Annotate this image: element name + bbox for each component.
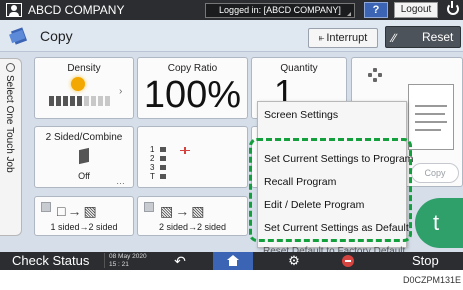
staple-icon [180, 147, 190, 154]
density-segment [70, 96, 75, 106]
copy-icon [9, 27, 28, 45]
sort-stack-icon [160, 147, 166, 183]
login-status[interactable]: Logged in: [ABCD COMPANY] [205, 3, 355, 18]
check-status-button[interactable]: Check Status [12, 252, 89, 270]
btn1-label: 1 sided→2 sided [50, 222, 118, 232]
density-tile[interactable]: Density › [34, 57, 134, 119]
one-touch-job-label: Select One Touch Job [4, 75, 15, 173]
stop-icon[interactable] [342, 255, 354, 267]
sort-number: 3 [150, 163, 155, 172]
screen: ABCD COMPANY Logged in: [ABCD COMPANY] ?… [0, 0, 463, 270]
two-sided-combine-tile[interactable]: 2 Sided/Combine Off … [34, 126, 134, 188]
density-bar [49, 96, 110, 106]
density-segment [84, 96, 89, 106]
sort-number: 1 [150, 145, 155, 154]
reset-icon: ∕∕ [392, 31, 397, 45]
quantity-label: Quantity [280, 63, 318, 74]
corner-arrow-icon [347, 12, 351, 16]
btn2-label: 2 sided→2 sided [158, 222, 227, 232]
logout-button[interactable]: Logout [394, 2, 438, 18]
home-icon [227, 255, 239, 266]
bulb-icon [71, 77, 85, 91]
date-time: 08 May 2020 15 : 21 [104, 253, 147, 268]
company-name: ABCD COMPANY [28, 3, 125, 17]
copy-ratio-tile[interactable]: Copy Ratio 100% [137, 57, 248, 119]
document-preview-icon [408, 84, 454, 150]
back-arrow-icon[interactable]: ↶ [168, 252, 192, 270]
interrupt-button[interactable]: ⫦ Interrupt [308, 28, 378, 48]
time-text: 15 : 21 [109, 260, 129, 268]
bottom-bar: Check Status 08 May 2020 15 : 21 ↶ ⚙ Sto… [0, 252, 463, 270]
interrupt-label: Interrupt [326, 32, 368, 44]
two-to-two-sided-icon: ▧→▧ [160, 203, 207, 219]
sort-number: T [150, 172, 155, 181]
copy-pill[interactable]: Copy [411, 163, 459, 183]
page-icon [79, 147, 89, 165]
reset-button[interactable]: ∕∕ Reset [385, 26, 461, 48]
interrupt-icon: ⫦ [318, 33, 325, 44]
login-status-text: Logged in: [ABCD COMPANY] [219, 5, 341, 15]
sort-numbers: 1 2 3 T [150, 145, 155, 181]
stop-button[interactable]: Stop [412, 252, 439, 270]
copy-ratio-value: 100% [143, 74, 242, 116]
pin-icon [6, 63, 15, 72]
one-to-two-sided-icon: □→▧ [57, 203, 99, 219]
two-sided-to-two-sided-button[interactable]: ▧→▧ 2 sided→2 sided [137, 196, 248, 236]
chevron-right-icon: › [119, 86, 123, 97]
more-dots-icon: … [116, 176, 125, 186]
help-button[interactable]: ? [364, 2, 388, 18]
checkbox-icon [144, 202, 154, 212]
highlight-frame [249, 138, 412, 242]
page-title: Copy [40, 28, 73, 44]
figure-caption: D0CZPM131E [402, 275, 461, 285]
one-touch-job-tab[interactable]: Select One Touch Job [0, 58, 22, 236]
reset-label: Reset [422, 30, 454, 44]
density-segment [98, 96, 103, 106]
gear-icon[interactable]: ⚙ [282, 252, 306, 270]
one-sided-to-two-sided-button[interactable]: □→▧ 1 sided→2 sided [34, 196, 134, 236]
title-bar: Copy ⫦ Interrupt ∕∕ Reset [0, 20, 463, 52]
sort-tile[interactable]: 1 2 3 T [137, 126, 248, 188]
sort-icon [368, 68, 382, 82]
start-button[interactable]: t [415, 198, 463, 248]
home-button[interactable] [213, 252, 253, 270]
density-segment [105, 96, 110, 106]
density-segment [49, 96, 54, 106]
sort-number: 2 [150, 154, 155, 163]
density-segment [77, 96, 82, 106]
power-icon[interactable] [447, 1, 459, 15]
checkbox-icon [41, 202, 51, 212]
top-bar: ABCD COMPANY Logged in: [ABCD COMPANY] ?… [0, 0, 463, 20]
date-text: 08 May 2020 [109, 253, 147, 260]
density-segment [56, 96, 61, 106]
density-label: Density [67, 63, 101, 74]
menu-item-screen-settings[interactable]: Screen Settings [258, 104, 406, 126]
copy-ratio-label: Copy Ratio [167, 63, 218, 74]
user-icon [6, 3, 22, 17]
density-segment [91, 96, 96, 106]
density-segment [63, 96, 68, 106]
two-sided-label: 2 Sided/Combine [45, 132, 123, 143]
